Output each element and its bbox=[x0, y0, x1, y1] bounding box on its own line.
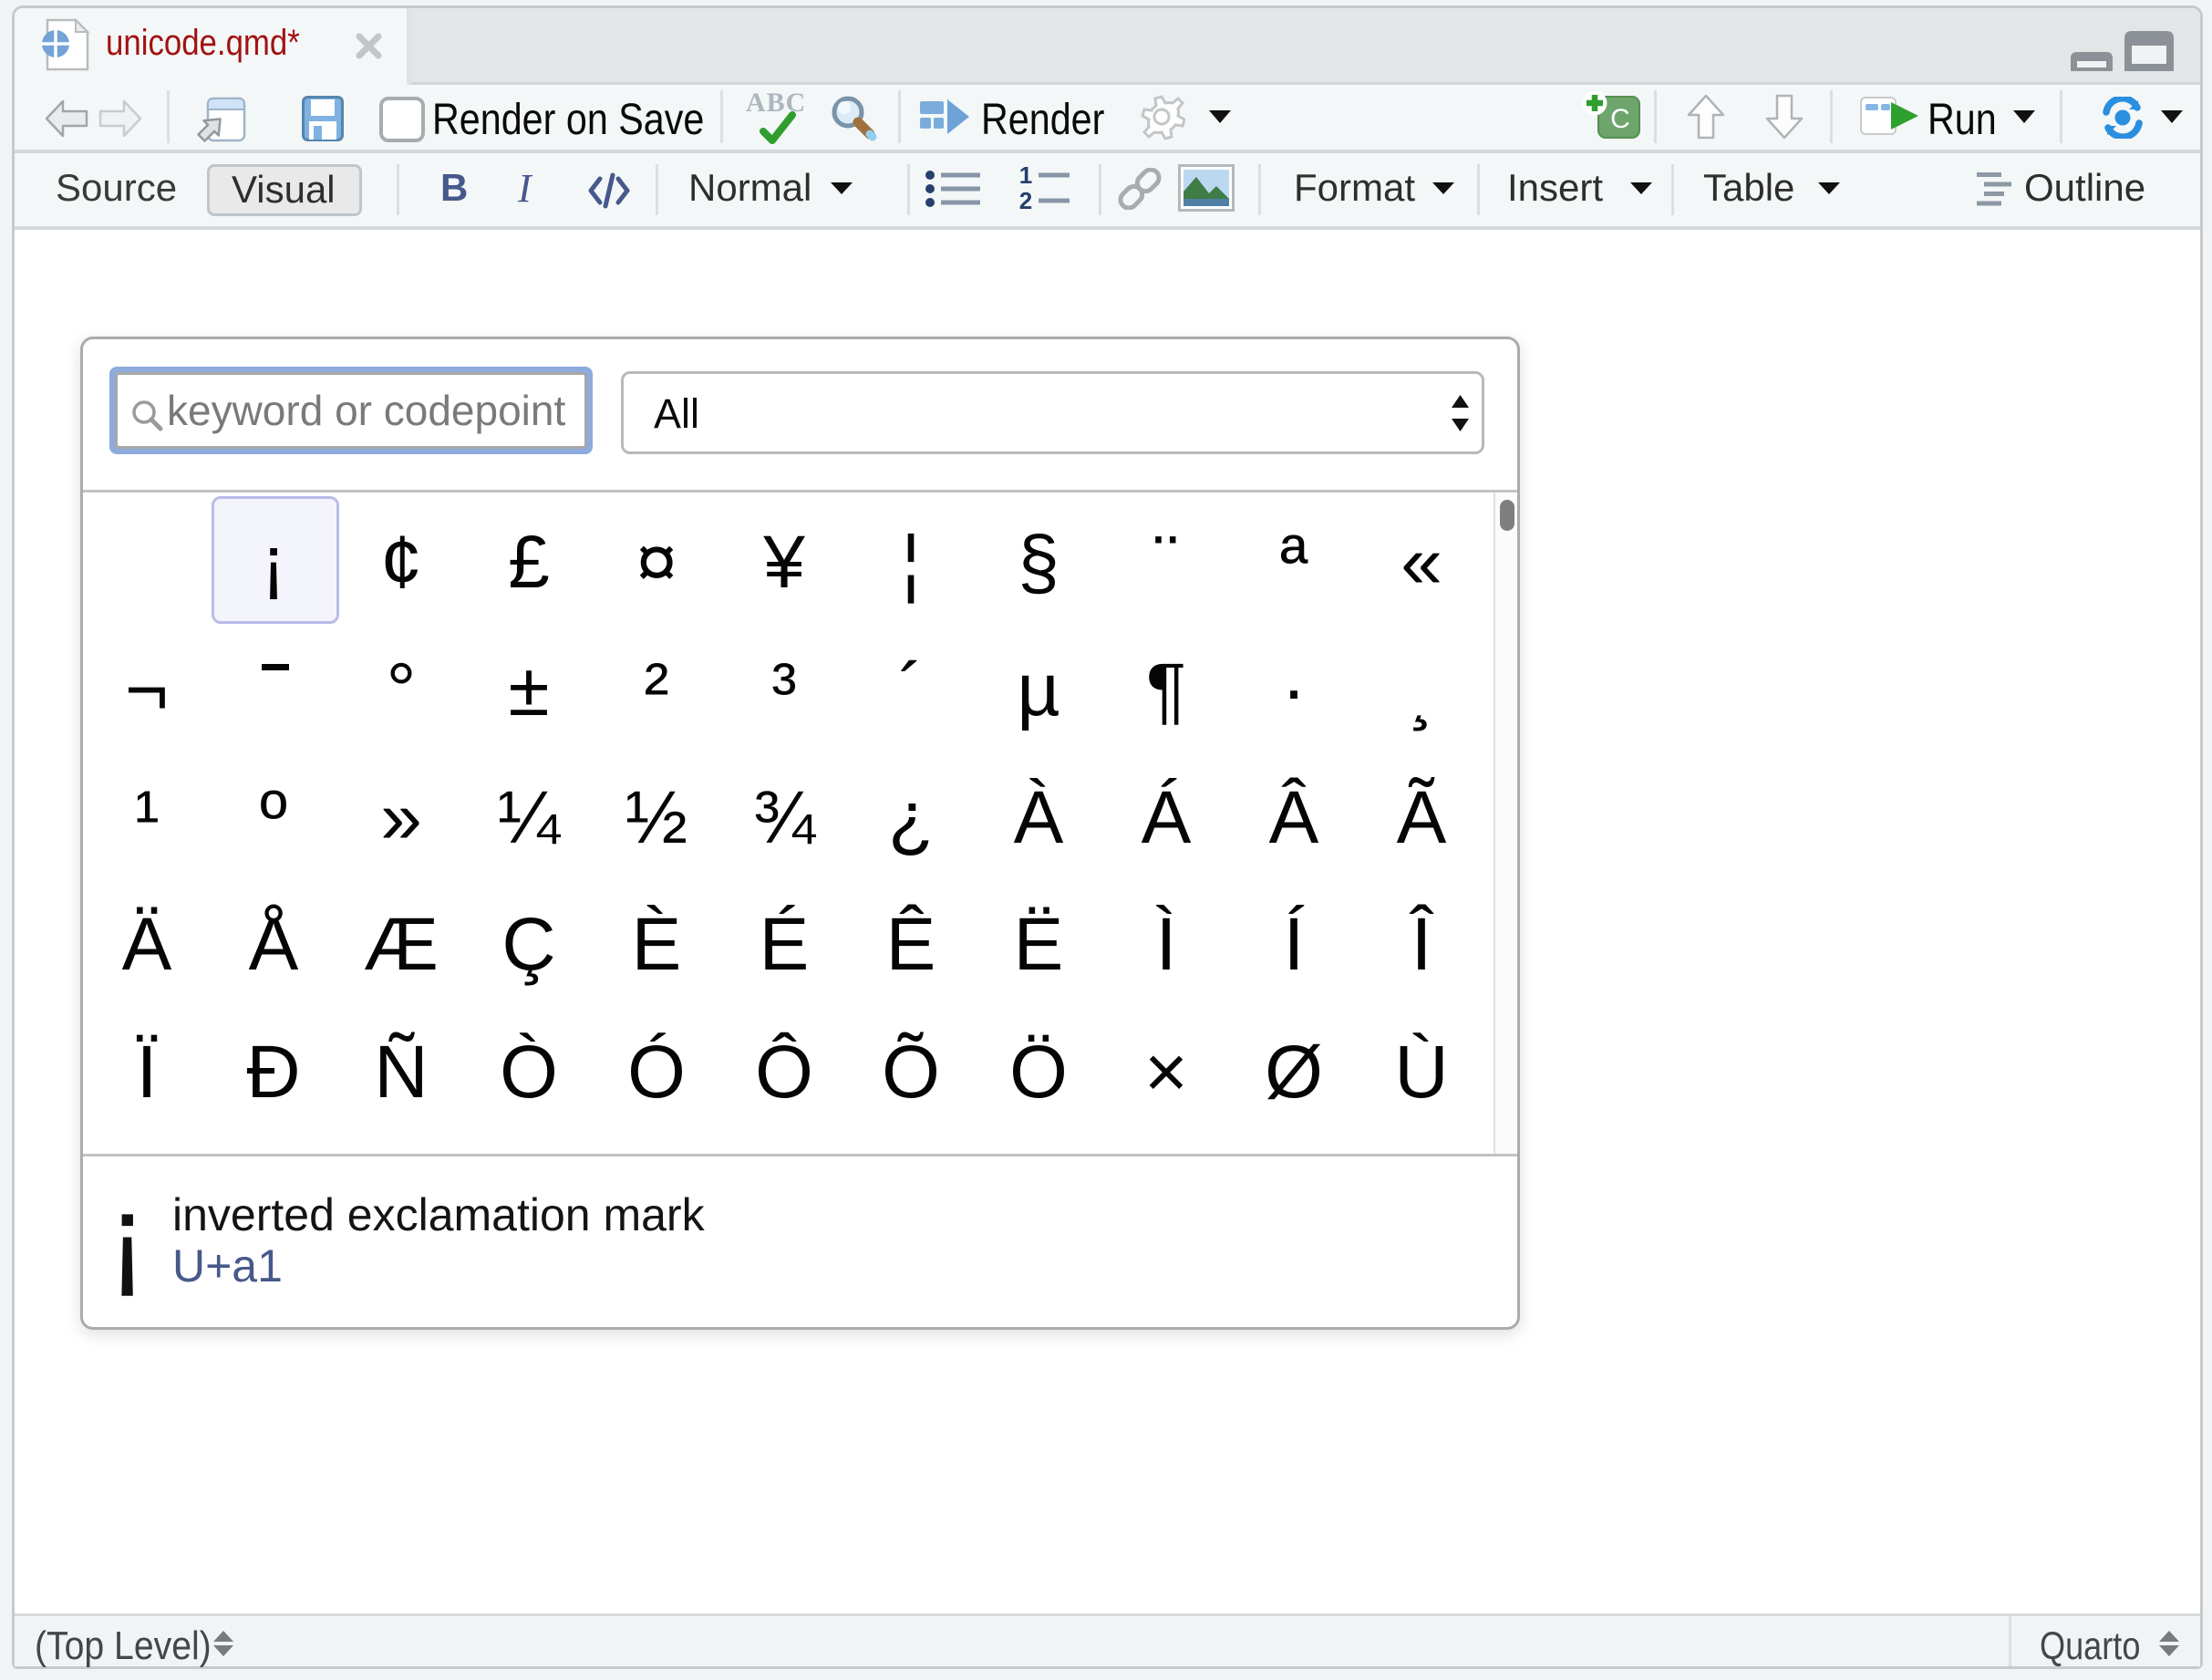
svg-text:C: C bbox=[1610, 104, 1630, 134]
svg-text:2: 2 bbox=[1019, 187, 1032, 212]
svg-text:1: 1 bbox=[1019, 166, 1032, 189]
